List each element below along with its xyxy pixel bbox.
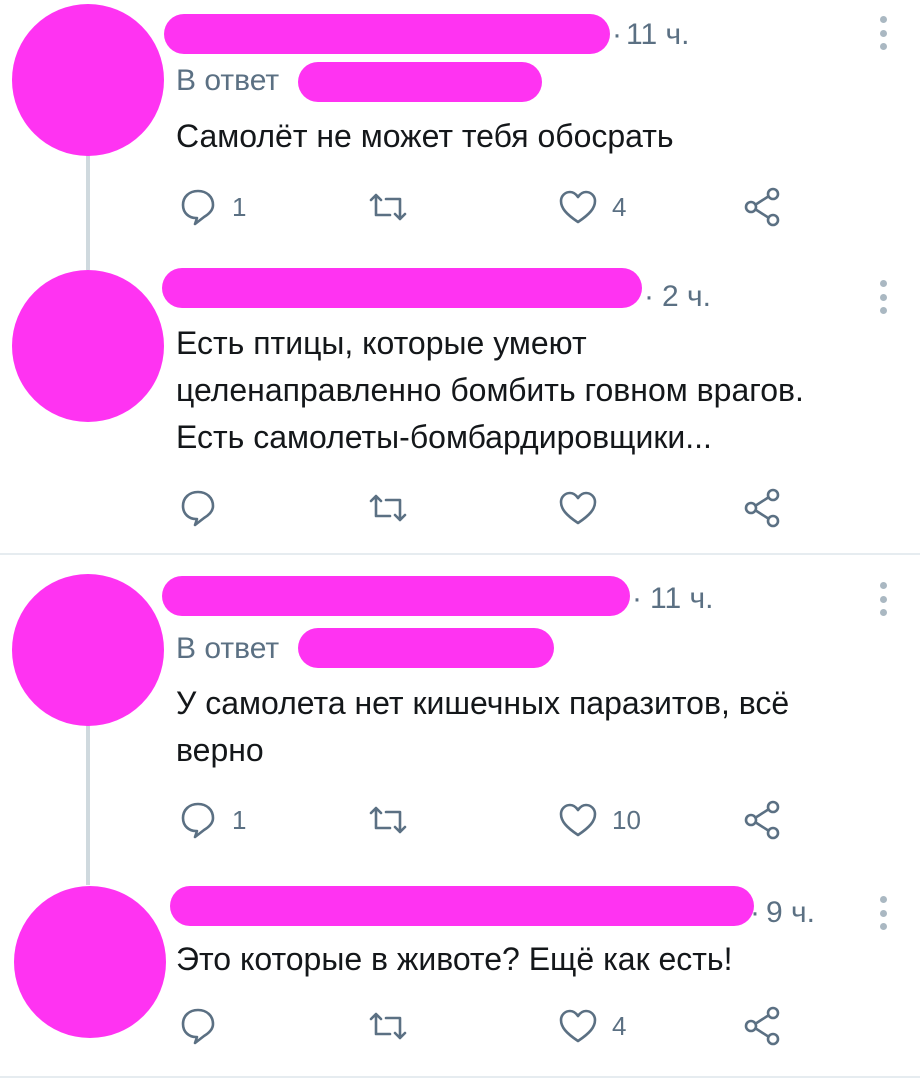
tweet-text-line: Есть птицы, которые умеют: [176, 325, 587, 361]
time-separator: ·: [632, 582, 642, 615]
time-separator: ·: [612, 18, 622, 51]
tweet-text-line: целенаправленно бомбить говном врагов.: [176, 372, 804, 408]
reply-count: 1: [232, 804, 247, 835]
time-separator: ·: [750, 896, 760, 929]
like-count: 10: [612, 804, 641, 835]
avatar[interactable]: [14, 886, 166, 1038]
thread-divider: [0, 1076, 920, 1078]
like-button[interactable]: 4: [556, 185, 626, 229]
share-button[interactable]: [742, 486, 782, 530]
like-button[interactable]: 10: [556, 798, 641, 842]
tweet-text: Есть птицы, которые умеют целенаправленн…: [176, 320, 804, 461]
tweet[interactable]: · 9 ч. Это которые в животе? Ещё как ест…: [0, 876, 920, 1076]
tweet-text-line: У самолета нет кишечных паразитов, всё: [176, 685, 790, 721]
thread-divider: [0, 553, 920, 555]
timestamp[interactable]: 11 ч.: [650, 582, 713, 616]
share-button[interactable]: [742, 798, 782, 842]
like-count: 4: [612, 191, 627, 222]
tweet[interactable]: · 2 ч. Есть птицы, которые умеют целенап…: [0, 260, 920, 550]
reply-icon: [181, 490, 215, 527]
reply-to-handle-redacted[interactable]: [298, 628, 554, 668]
more-options-icon[interactable]: [879, 582, 887, 616]
like-icon: [559, 1009, 597, 1043]
like-count: 4: [612, 1010, 627, 1041]
reply-button[interactable]: 1: [176, 798, 246, 842]
timestamp[interactable]: 2 ч.: [662, 280, 711, 314]
share-button[interactable]: [742, 185, 782, 229]
more-options-icon[interactable]: [879, 280, 887, 314]
retweet-icon: [369, 193, 407, 221]
retweet-button[interactable]: [366, 185, 422, 229]
retweet-button[interactable]: [366, 1004, 422, 1048]
like-icon: [559, 803, 597, 837]
author-name-redacted[interactable]: [162, 268, 642, 308]
retweet-button[interactable]: [366, 486, 422, 530]
reply-to-handle-redacted[interactable]: [298, 62, 542, 102]
reply-to-label: В ответ: [176, 632, 280, 665]
share-button[interactable]: [742, 1004, 782, 1048]
tweet-actions: 4: [176, 1004, 796, 1048]
more-options-icon[interactable]: [879, 896, 887, 930]
reply-button[interactable]: [176, 486, 232, 530]
retweet-icon: [369, 806, 407, 834]
tweet-actions: 1 10: [176, 798, 796, 842]
tweet-actions: [176, 486, 796, 530]
reply-button[interactable]: [176, 1004, 232, 1048]
tweet-text: У самолета нет кишечных паразитов, всё в…: [176, 680, 789, 774]
tweet-text-line: Это которые в животе? Ещё как есть!: [176, 941, 733, 977]
share-icon: [744, 488, 780, 528]
avatar[interactable]: [12, 270, 164, 422]
like-icon: [559, 190, 597, 224]
like-icon: [559, 491, 597, 525]
share-icon: [744, 187, 780, 227]
tweet-text-line: верно: [176, 732, 264, 768]
tweet-actions: 1 4: [176, 185, 796, 229]
retweet-icon: [369, 494, 407, 522]
tweet[interactable]: · 11 ч. В ответ У самолета нет кишечных …: [0, 556, 920, 876]
more-options-icon[interactable]: [879, 16, 887, 50]
like-button[interactable]: [556, 486, 612, 530]
share-icon: [744, 800, 780, 840]
reply-to-label: В ответ: [176, 64, 280, 97]
reply-count: 1: [232, 191, 247, 222]
tweet-text-line: Самолёт не может тебя обосрать: [176, 118, 674, 154]
timestamp[interactable]: 9 ч.: [766, 896, 815, 930]
reply-icon: [181, 802, 215, 839]
tweet-text: Это которые в животе? Ещё как есть!: [176, 936, 732, 983]
reply-icon: [181, 1008, 215, 1045]
like-button[interactable]: 4: [556, 1004, 626, 1048]
author-name-redacted[interactable]: [164, 14, 610, 54]
reply-icon: [181, 189, 215, 226]
tweet[interactable]: · 11 ч. В ответ Самолёт не может тебя об…: [0, 0, 920, 260]
avatar[interactable]: [12, 4, 164, 156]
author-name-redacted[interactable]: [170, 886, 754, 926]
retweet-icon: [369, 1012, 407, 1040]
avatar[interactable]: [12, 574, 164, 726]
reply-button[interactable]: 1: [176, 185, 246, 229]
timestamp[interactable]: 11 ч.: [626, 18, 689, 52]
time-separator: ·: [644, 280, 654, 313]
tweet-text-line: Есть самолеты-бомбардировщики...: [176, 419, 712, 455]
tweet-text: Самолёт не может тебя обосрать: [176, 113, 674, 160]
share-icon: [744, 1006, 780, 1046]
retweet-button[interactable]: [366, 798, 422, 842]
author-name-redacted[interactable]: [162, 576, 630, 616]
